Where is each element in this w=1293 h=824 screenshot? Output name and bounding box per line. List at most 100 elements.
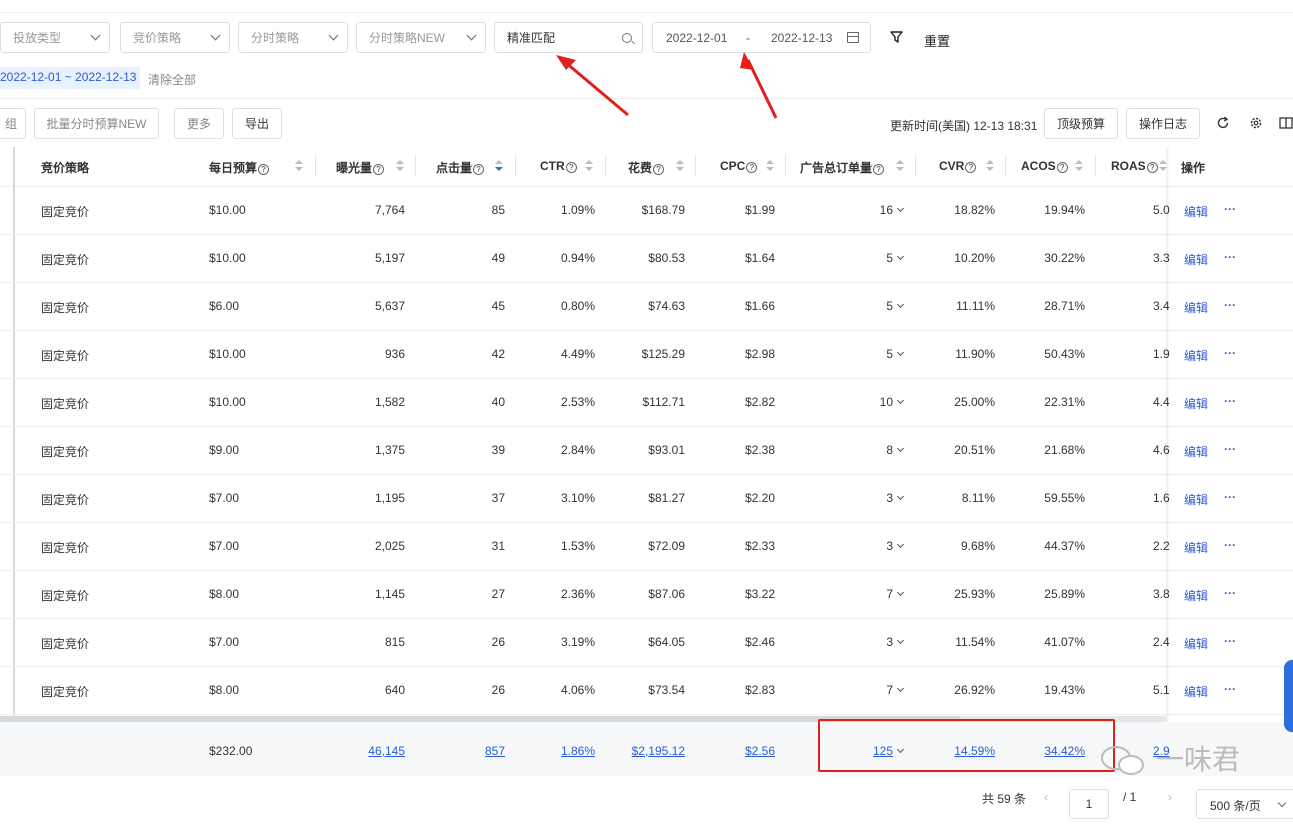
cell-bid-strategy: 固定竞价 bbox=[41, 685, 90, 699]
col-impressions[interactable]: 曝光量? bbox=[336, 159, 385, 176]
cell-orders[interactable]: 3 bbox=[886, 539, 905, 553]
settings-icon[interactable] bbox=[1249, 116, 1263, 130]
col-ctr[interactable]: CTR? bbox=[540, 159, 577, 173]
column-divider bbox=[415, 155, 416, 177]
sort-desc-icon[interactable] bbox=[495, 160, 503, 172]
top-budget-button[interactable]: 顶级预算 bbox=[1044, 108, 1118, 139]
fixed-column-shadow bbox=[1166, 147, 1170, 775]
total-impressions[interactable]: 46,145 bbox=[368, 744, 405, 758]
match-search-input[interactable]: 精准匹配 bbox=[494, 22, 643, 53]
floating-side-tab[interactable] bbox=[1284, 660, 1293, 732]
cell-orders[interactable]: 16 bbox=[880, 203, 905, 217]
operation-log-button[interactable]: 操作日志 bbox=[1126, 108, 1200, 139]
more-actions-icon[interactable]: ··· bbox=[1224, 298, 1236, 312]
cell-orders[interactable]: 7 bbox=[886, 587, 905, 601]
cell-impressions: 640 bbox=[384, 683, 405, 697]
dayparting-new-select[interactable]: 分时策略NEW bbox=[356, 22, 486, 53]
total-spend[interactable]: $2,195.12 bbox=[632, 744, 685, 758]
reset-button[interactable]: 重置 bbox=[924, 31, 950, 50]
match-search-value: 精准匹配 bbox=[507, 31, 556, 45]
cell-impressions: 1,145 bbox=[374, 587, 405, 601]
next-page-button[interactable]: › bbox=[1168, 790, 1172, 804]
edit-link[interactable]: 编辑 bbox=[1184, 395, 1208, 412]
col-spend[interactable]: 花费? bbox=[628, 159, 665, 176]
col-cvr[interactable]: CVR? bbox=[939, 159, 977, 173]
column-divider bbox=[1095, 155, 1096, 177]
more-actions-icon[interactable]: ··· bbox=[1224, 250, 1236, 264]
more-actions-icon[interactable]: ··· bbox=[1224, 442, 1236, 456]
cell-acos: 19.94% bbox=[1044, 203, 1085, 217]
edit-link[interactable]: 编辑 bbox=[1184, 635, 1208, 652]
table-row: 固定竞价 $10.00 5,197 49 0.94% $80.53 $1.64 10.20% 3… bbox=[0, 235, 1293, 283]
more-actions-icon[interactable]: ··· bbox=[1224, 202, 1236, 216]
cell-cvr: 25.93% bbox=[954, 587, 995, 601]
sort-icon[interactable] bbox=[295, 160, 303, 172]
cell-budget: $8.00 bbox=[209, 587, 240, 601]
sort-icon[interactable] bbox=[676, 160, 684, 172]
col-daily-budget[interactable]: 每日预算? bbox=[209, 159, 270, 176]
more-actions-icon[interactable]: ··· bbox=[1224, 634, 1236, 648]
more-actions-icon[interactable]: ··· bbox=[1224, 682, 1236, 696]
cell-orders[interactable]: 8 bbox=[886, 443, 905, 457]
batch-dayparting-button[interactable]: 批量分时预算NEW bbox=[34, 108, 159, 139]
col-roas[interactable]: ROAS? bbox=[1111, 159, 1158, 173]
cell-clicks: 40 bbox=[491, 395, 505, 409]
more-actions-icon[interactable]: ··· bbox=[1224, 538, 1236, 552]
page-size-select[interactable]: 500 条/页 bbox=[1196, 789, 1293, 819]
total-clicks[interactable]: 857 bbox=[485, 744, 505, 758]
cell-impressions: 2,025 bbox=[374, 539, 405, 553]
sort-icon[interactable] bbox=[896, 160, 904, 172]
export-button[interactable]: 导出 bbox=[232, 108, 282, 139]
clear-all-link[interactable]: 清除全部 bbox=[148, 71, 196, 88]
edit-link[interactable]: 编辑 bbox=[1184, 299, 1208, 316]
cell-ctr: 0.94% bbox=[560, 251, 595, 265]
cell-impressions: 1,582 bbox=[374, 395, 405, 409]
placement-type-select[interactable]: 投放类型 bbox=[0, 22, 110, 53]
page-input[interactable]: 1 bbox=[1069, 789, 1109, 819]
edit-link[interactable]: 编辑 bbox=[1184, 587, 1208, 604]
bid-strategy-select[interactable]: 竞价策略 bbox=[120, 22, 230, 53]
total-cpc[interactable]: $2.56 bbox=[745, 744, 775, 758]
cell-orders[interactable]: 10 bbox=[880, 395, 905, 409]
col-acos[interactable]: ACOS? bbox=[1021, 159, 1068, 173]
cell-impressions: 936 bbox=[384, 347, 405, 361]
cell-orders[interactable]: 5 bbox=[886, 299, 905, 313]
edit-link[interactable]: 编辑 bbox=[1184, 443, 1208, 460]
dayparting-select[interactable]: 分时策略 bbox=[238, 22, 348, 53]
more-button[interactable]: 更多 bbox=[174, 108, 224, 139]
refresh-icon[interactable] bbox=[1216, 116, 1230, 130]
edit-link[interactable]: 编辑 bbox=[1184, 683, 1208, 700]
more-actions-icon[interactable]: ··· bbox=[1224, 490, 1236, 504]
cell-orders[interactable]: 5 bbox=[886, 347, 905, 361]
date-range-picker[interactable]: 2022-12-01 - 2022-12-13 bbox=[652, 22, 871, 53]
more-actions-icon[interactable]: ··· bbox=[1224, 346, 1236, 360]
sort-icon[interactable] bbox=[1075, 160, 1083, 172]
cell-orders[interactable]: 7 bbox=[886, 683, 905, 697]
updated-time: 更新时间(美国) 12-13 18:31 bbox=[890, 119, 1038, 133]
edit-link[interactable]: 编辑 bbox=[1184, 491, 1208, 508]
edit-link[interactable]: 编辑 bbox=[1184, 203, 1208, 220]
edit-link[interactable]: 编辑 bbox=[1184, 539, 1208, 556]
edit-link[interactable]: 编辑 bbox=[1184, 251, 1208, 268]
table-row: 固定竞价 $8.00 640 26 4.06% $73.54 $2.83 26.92% 19.4… bbox=[0, 667, 1293, 715]
cell-orders[interactable]: 3 bbox=[886, 491, 905, 505]
col-orders[interactable]: 广告总订单量? bbox=[800, 159, 885, 176]
filter-icon[interactable] bbox=[890, 31, 903, 43]
more-actions-icon[interactable]: ··· bbox=[1224, 586, 1236, 600]
more-actions-icon[interactable]: ··· bbox=[1224, 394, 1236, 408]
sort-icon[interactable] bbox=[986, 160, 994, 172]
edit-link[interactable]: 编辑 bbox=[1184, 347, 1208, 364]
orders-value: 5 bbox=[886, 347, 893, 361]
table-row: 固定竞价 $8.00 1,145 27 2.36% $87.06 $3.22 25.93% 25… bbox=[0, 571, 1293, 619]
group-button[interactable]: 组 bbox=[0, 108, 26, 139]
sort-icon[interactable] bbox=[585, 160, 593, 172]
prev-page-button[interactable]: ‹ bbox=[1044, 790, 1048, 804]
columns-icon[interactable] bbox=[1279, 116, 1293, 130]
sort-icon[interactable] bbox=[396, 160, 404, 172]
col-cpc[interactable]: CPC? bbox=[720, 159, 758, 173]
cell-orders[interactable]: 3 bbox=[886, 635, 905, 649]
cell-orders[interactable]: 5 bbox=[886, 251, 905, 265]
col-clicks[interactable]: 点击量? bbox=[436, 159, 485, 176]
total-ctr[interactable]: 1.86% bbox=[561, 744, 595, 758]
sort-icon[interactable] bbox=[766, 160, 774, 172]
